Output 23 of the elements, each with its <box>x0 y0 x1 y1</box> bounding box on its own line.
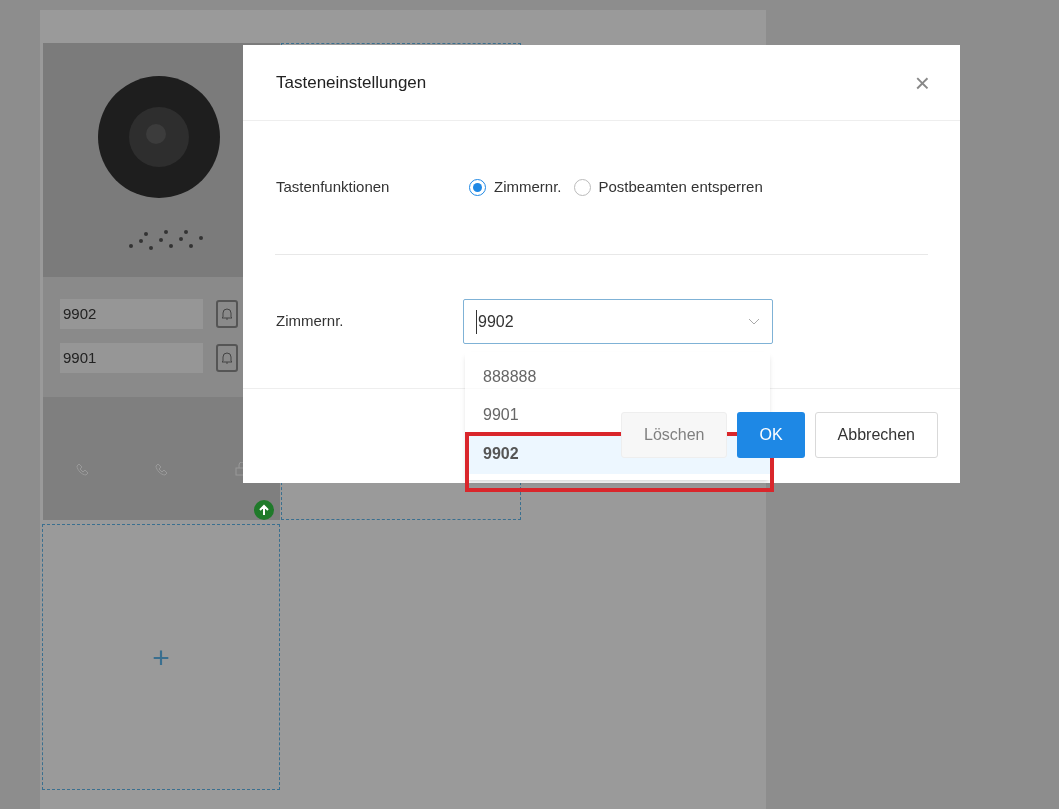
phone-icon <box>75 461 90 476</box>
cancel-button[interactable]: Abbrechen <box>814 411 938 458</box>
ok-button[interactable]: OK <box>737 411 805 458</box>
close-button[interactable]: × <box>914 69 930 96</box>
bell-button[interactable] <box>216 300 238 328</box>
field-label: Tastenfunktionen <box>276 177 391 198</box>
radio-option[interactable]: Zimmernr. <box>469 176 562 199</box>
select-value: 9902 <box>476 309 514 334</box>
chevron-down-icon <box>748 317 760 326</box>
phone-icon <box>154 461 169 476</box>
plus-sign: + <box>152 639 170 676</box>
bell-icon <box>220 351 234 365</box>
bell-button[interactable] <box>216 344 238 372</box>
upload-icon <box>254 500 274 520</box>
bell-icon <box>220 307 234 321</box>
name-field[interactable]: 9902 <box>60 299 203 329</box>
dropdown-option[interactable]: 888888 <box>465 358 770 396</box>
field-label: Zimmernr. <box>276 311 345 332</box>
dialog-title: Tasteneinstellungen <box>276 71 427 94</box>
name-field[interactable]: 9901 <box>60 343 203 373</box>
camera-lens-icon <box>98 76 220 198</box>
room-number-select[interactable]: 9902 <box>463 299 773 344</box>
radio-option[interactable]: Postbeamten entsperren <box>573 176 763 199</box>
